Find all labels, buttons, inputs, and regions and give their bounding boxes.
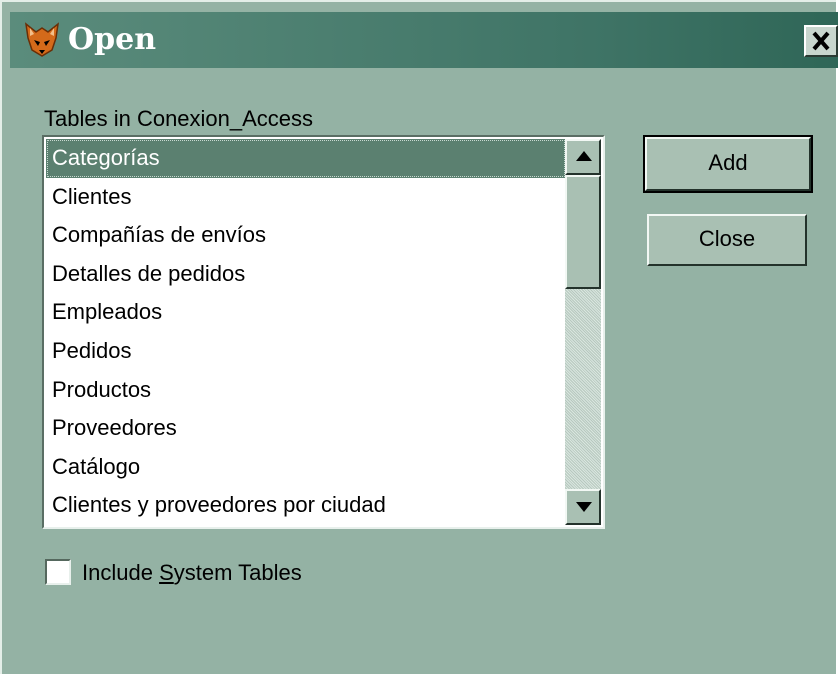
table-list-item[interactable]: Productos: [46, 371, 566, 410]
close-button[interactable]: Close: [647, 214, 807, 266]
table-list-item[interactable]: Empleados: [46, 293, 566, 332]
table-list-item[interactable]: Pedidos: [46, 332, 566, 371]
add-button[interactable]: Add: [643, 135, 813, 193]
scroll-down-button[interactable]: [565, 489, 601, 525]
tables-listbox[interactable]: Categorías Clientes Compañías de envíos Det…: [42, 135, 605, 529]
table-list-item[interactable]: Detalles de pedidos: [46, 255, 566, 294]
table-list-item[interactable]: Compañías de envíos: [46, 216, 566, 255]
fox-icon: [24, 22, 60, 57]
table-list-item[interactable]: Catálogo: [46, 448, 566, 487]
tables-label: Tables in Conexion_Access: [44, 106, 314, 131]
table-list-item[interactable]: Categorías: [46, 139, 566, 178]
scroll-up-button[interactable]: [565, 139, 601, 175]
include-system-tables-label[interactable]: Include System Tables: [82, 560, 302, 586]
table-list-item[interactable]: Clientes y proveedores por ciudad: [46, 486, 566, 525]
close-icon: [812, 31, 830, 51]
vertical-scrollbar[interactable]: [565, 139, 601, 525]
open-dialog: Open Tables in Conexion_Access Categoría…: [0, 0, 838, 674]
include-system-tables-checkbox[interactable]: [45, 559, 71, 585]
label-text-after: ystem Tables: [173, 560, 302, 585]
window-title: Open: [68, 22, 157, 57]
tables-list: Categorías Clientes Compañías de envíos Det…: [46, 139, 566, 525]
label-mnemonic: S: [159, 560, 174, 585]
label-text-before: Include: [82, 560, 160, 585]
title-bar[interactable]: Open: [10, 12, 838, 68]
arrow-up-icon: [576, 151, 592, 161]
table-list-item[interactable]: Clientes: [46, 178, 566, 217]
close-window-button[interactable]: [804, 25, 838, 57]
table-list-item[interactable]: Proveedores: [46, 409, 566, 448]
scroll-thumb[interactable]: [565, 175, 601, 289]
arrow-down-icon: [576, 502, 592, 512]
